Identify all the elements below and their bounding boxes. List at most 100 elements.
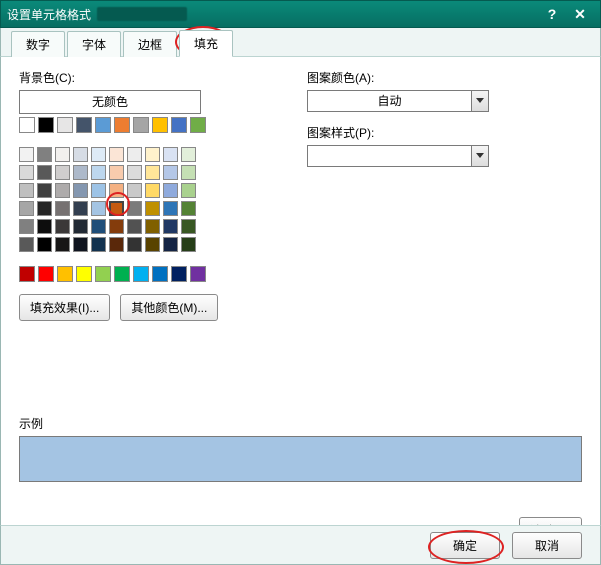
color-swatch[interactable] (91, 237, 106, 252)
color-swatch[interactable] (37, 237, 52, 252)
color-swatch[interactable] (95, 266, 111, 282)
color-swatch[interactable] (55, 219, 70, 234)
color-swatch[interactable] (163, 183, 178, 198)
color-swatch[interactable] (73, 147, 88, 162)
color-swatch[interactable] (145, 219, 160, 234)
help-button[interactable]: ? (538, 5, 566, 23)
color-swatch[interactable] (57, 117, 73, 133)
color-swatch[interactable] (19, 117, 35, 133)
color-swatch[interactable] (19, 237, 34, 252)
color-swatch[interactable] (91, 147, 106, 162)
color-swatch[interactable] (181, 219, 196, 234)
color-swatch[interactable] (114, 117, 130, 133)
color-swatch[interactable] (127, 165, 142, 180)
color-swatch[interactable] (37, 165, 52, 180)
color-swatch[interactable] (55, 147, 70, 162)
color-swatch[interactable] (127, 147, 142, 162)
color-swatch[interactable] (145, 165, 160, 180)
ok-button[interactable]: 确定 (430, 532, 500, 559)
color-swatch[interactable] (37, 147, 52, 162)
color-swatch[interactable] (37, 219, 52, 234)
color-swatch[interactable] (171, 266, 187, 282)
color-swatch[interactable] (145, 183, 160, 198)
color-swatch[interactable] (91, 183, 106, 198)
color-swatch[interactable] (152, 266, 168, 282)
color-swatch[interactable] (127, 183, 142, 198)
pattern-color-value: 自动 (308, 91, 471, 111)
color-swatch[interactable] (133, 266, 149, 282)
color-swatch[interactable] (109, 201, 124, 216)
color-swatch[interactable] (55, 183, 70, 198)
color-swatch[interactable] (145, 147, 160, 162)
color-swatch[interactable] (163, 165, 178, 180)
color-swatch[interactable] (19, 147, 34, 162)
color-swatch[interactable] (19, 219, 34, 234)
color-swatch[interactable] (163, 219, 178, 234)
color-swatch[interactable] (152, 117, 168, 133)
pattern-style-value (308, 146, 471, 166)
color-palette (19, 117, 279, 282)
color-swatch[interactable] (73, 237, 88, 252)
color-swatch[interactable] (55, 165, 70, 180)
color-swatch[interactable] (127, 237, 142, 252)
color-swatch[interactable] (91, 165, 106, 180)
tab-font[interactable]: 字体 (67, 31, 121, 57)
color-swatch[interactable] (19, 165, 34, 180)
color-swatch[interactable] (190, 266, 206, 282)
color-swatch[interactable] (73, 165, 88, 180)
color-swatch[interactable] (37, 201, 52, 216)
color-swatch[interactable] (38, 266, 54, 282)
color-swatch[interactable] (109, 147, 124, 162)
pattern-color-combo[interactable]: 自动 (307, 90, 489, 112)
cancel-button[interactable]: 取消 (512, 532, 582, 559)
color-swatch[interactable] (181, 237, 196, 252)
color-swatch[interactable] (181, 183, 196, 198)
color-swatch[interactable] (181, 147, 196, 162)
color-swatch[interactable] (133, 117, 149, 133)
fill-effects-button[interactable]: 填充效果(I)... (19, 294, 110, 321)
tab-fill[interactable]: 填充 (179, 30, 233, 57)
color-swatch[interactable] (73, 219, 88, 234)
chevron-down-icon[interactable] (471, 146, 488, 166)
tab-border[interactable]: 边框 (123, 31, 177, 57)
color-swatch[interactable] (95, 117, 111, 133)
pattern-style-combo[interactable] (307, 145, 489, 167)
color-swatch[interactable] (19, 266, 35, 282)
color-swatch[interactable] (19, 201, 34, 216)
color-swatch[interactable] (109, 183, 124, 198)
color-swatch[interactable] (163, 201, 178, 216)
color-swatch[interactable] (55, 201, 70, 216)
color-swatch[interactable] (109, 165, 124, 180)
color-swatch[interactable] (181, 165, 196, 180)
color-swatch[interactable] (127, 201, 142, 216)
color-swatch[interactable] (109, 237, 124, 252)
color-swatch[interactable] (181, 201, 196, 216)
color-swatch[interactable] (55, 237, 70, 252)
chevron-down-icon[interactable] (471, 91, 488, 111)
color-swatch[interactable] (109, 219, 124, 234)
color-swatch[interactable] (57, 266, 73, 282)
color-swatch[interactable] (19, 183, 34, 198)
background-color-label: 背景色(C): (19, 69, 279, 86)
color-swatch[interactable] (91, 219, 106, 234)
color-swatch[interactable] (145, 201, 160, 216)
color-swatch[interactable] (37, 183, 52, 198)
color-swatch[interactable] (73, 183, 88, 198)
no-color-button[interactable]: 无颜色 (19, 90, 201, 114)
color-swatch[interactable] (145, 237, 160, 252)
example-label: 示例 (19, 415, 582, 432)
more-colors-button[interactable]: 其他颜色(M)... (120, 294, 218, 321)
color-swatch[interactable] (114, 266, 130, 282)
color-swatch[interactable] (91, 201, 106, 216)
color-swatch[interactable] (73, 201, 88, 216)
color-swatch[interactable] (76, 117, 92, 133)
color-swatch[interactable] (190, 117, 206, 133)
color-swatch[interactable] (171, 117, 187, 133)
tab-number[interactable]: 数字 (11, 31, 65, 57)
color-swatch[interactable] (127, 219, 142, 234)
color-swatch[interactable] (38, 117, 54, 133)
color-swatch[interactable] (163, 237, 178, 252)
color-swatch[interactable] (76, 266, 92, 282)
close-button[interactable]: ✕ (566, 5, 594, 23)
color-swatch[interactable] (163, 147, 178, 162)
